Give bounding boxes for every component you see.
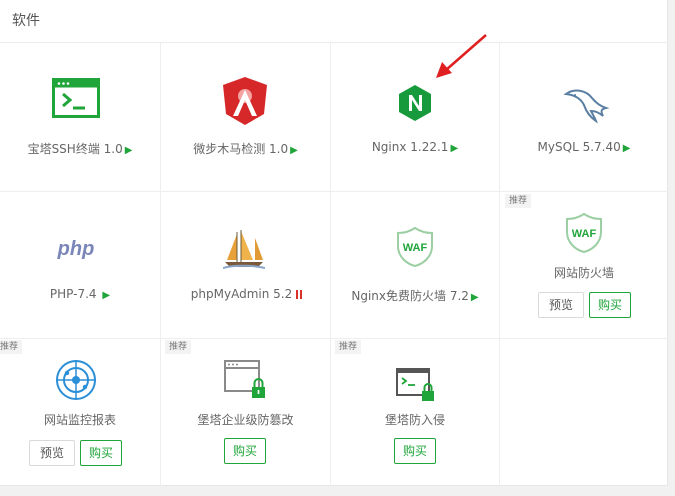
- waf-shield-icon: WAF: [566, 212, 602, 254]
- nginx-hexagon-icon: [399, 85, 431, 121]
- recommend-card-site-firewall[interactable]: 推荐 WAF 网站防火墙 预览 购买: [500, 192, 668, 338]
- app-name: Nginx免费防火墙 7.2: [351, 289, 469, 303]
- pause-icon[interactable]: [292, 287, 300, 301]
- preview-button[interactable]: 预览: [538, 292, 584, 318]
- app-label: Nginx 1.22.1 ▶: [331, 140, 499, 154]
- app-name: MySQL 5.7.40: [537, 140, 621, 154]
- play-icon[interactable]: ▶: [290, 145, 298, 156]
- mysql-dolphin-icon: [563, 89, 610, 124]
- recommend-card-tamper-proof[interactable]: 推荐 堡塔企业级防篡改 购买: [161, 339, 330, 486]
- play-icon[interactable]: ▶: [450, 143, 458, 154]
- app-card-threatbook[interactable]: 微步木马检测 1.0 ▶: [161, 44, 330, 191]
- preview-button[interactable]: 预览: [29, 440, 75, 466]
- threatbook-shield-icon: [223, 77, 267, 125]
- play-icon[interactable]: ▶: [125, 145, 133, 156]
- empty-cell: [500, 339, 668, 486]
- play-icon[interactable]: ▶: [623, 143, 631, 154]
- locked-terminal-icon: [396, 368, 434, 401]
- app-card-ssh-terminal[interactable]: 宝塔SSH终端 1.0 ▶: [0, 44, 160, 191]
- svg-text:php: php: [57, 238, 95, 260]
- buy-button[interactable]: 购买: [80, 440, 122, 466]
- app-card-phpmyadmin[interactable]: phpMyAdmin 5.2: [161, 192, 330, 338]
- software-panel: 软件 宝塔SSH终端 1.0 ▶ 微步木马检测 1.0 ▶ Nginx 1.22…: [0, 0, 668, 486]
- svg-text:WAF: WAF: [403, 242, 428, 254]
- app-label: phpMyAdmin 5.2: [161, 287, 330, 301]
- svg-text:WAF: WAF: [572, 228, 597, 240]
- monitor-radar-icon: [56, 360, 96, 400]
- buy-button[interactable]: 购买: [589, 292, 631, 318]
- app-name: 网站监控报表: [43, 413, 116, 427]
- recommend-badge: 推荐: [0, 340, 23, 354]
- app-card-php[interactable]: php PHP-7.4 ▶: [0, 192, 160, 338]
- waf-shield-icon: WAF: [397, 226, 433, 268]
- panel-title: 软件: [12, 13, 40, 29]
- app-label: PHP-7.4 ▶: [0, 287, 160, 301]
- app-label: MySQL 5.7.40 ▶: [500, 140, 668, 154]
- play-icon[interactable]: ▶: [102, 290, 110, 301]
- app-label: 宝塔SSH终端 1.0 ▶: [0, 140, 160, 157]
- phpmyadmin-sailboat-icon: [223, 230, 265, 269]
- app-name: 微步木马检测 1.0: [193, 142, 289, 156]
- php-logo-icon: php: [57, 238, 95, 260]
- app-name: 堡塔防入侵: [384, 413, 445, 427]
- locked-window-icon: [224, 360, 265, 398]
- buy-button[interactable]: 购买: [394, 438, 436, 464]
- app-name: PHP-7.4: [49, 287, 97, 301]
- app-name: 宝塔SSH终端 1.0: [27, 142, 123, 156]
- panel-header: 软件: [0, 0, 668, 43]
- recommend-badge: 推荐: [335, 340, 362, 354]
- recommend-card-site-monitor[interactable]: 推荐 网站监控报表 预览 购买: [0, 339, 160, 486]
- play-icon[interactable]: ▶: [471, 292, 479, 303]
- app-name: 堡塔企业级防篡改: [197, 413, 294, 427]
- recommend-card-anti-intrusion[interactable]: 推荐 堡塔防入侵 购买: [331, 339, 499, 486]
- app-name: Nginx 1.22.1: [371, 140, 449, 154]
- terminal-window-icon: [52, 78, 100, 118]
- app-name: 网站防火墙: [553, 266, 614, 280]
- app-label: Nginx免费防火墙 7.2 ▶: [331, 287, 499, 304]
- app-name: phpMyAdmin 5.2: [190, 287, 293, 301]
- app-card-mysql[interactable]: MySQL 5.7.40 ▶: [500, 44, 668, 191]
- recommend-badge: 推荐: [505, 194, 532, 208]
- annotation-arrow-icon: [436, 34, 487, 78]
- buy-button[interactable]: 购买: [224, 438, 266, 464]
- recommend-badge: 推荐: [165, 340, 192, 354]
- app-label: 微步木马检测 1.0 ▶: [161, 140, 330, 157]
- app-card-nginx-waf[interactable]: WAF Nginx免费防火墙 7.2 ▶: [331, 192, 499, 338]
